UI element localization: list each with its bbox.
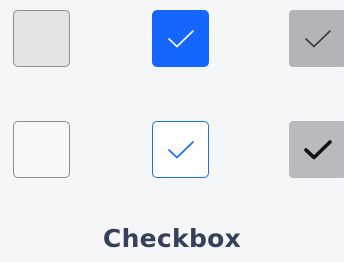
checkbox-checked-muted[interactable]: [289, 121, 344, 178]
checkbox-unchecked-default[interactable]: [13, 121, 70, 178]
checkbox-states-panel: Checkbox: [0, 0, 344, 262]
check-icon: [303, 139, 332, 159]
checkbox-checked-focused[interactable]: [152, 10, 209, 67]
check-icon: [167, 140, 194, 158]
checkbox-unchecked-disabled[interactable]: [13, 10, 70, 67]
checkbox-checked-outline[interactable]: [152, 121, 209, 178]
checkbox-checked-disabled[interactable]: [289, 10, 344, 67]
check-icon: [304, 29, 331, 47]
caption-label: Checkbox: [102, 224, 242, 253]
check-icon: [167, 29, 194, 47]
